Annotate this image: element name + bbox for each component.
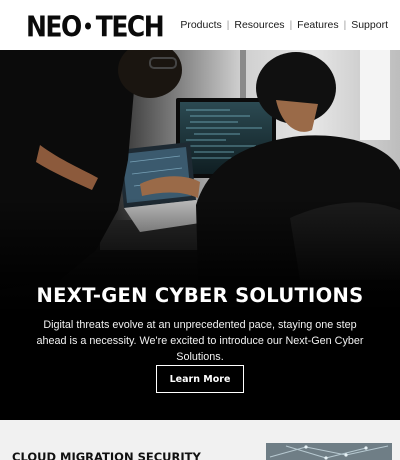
top-nav: Products | Resources | Features | Suppor… [180,19,388,31]
brand-logo[interactable]: NEO TECH [26,9,165,43]
hero-title: NEXT-GEN CYBER SOLUTIONS [36,284,364,307]
nav-separator: | [289,19,293,31]
logo-word-right: TECH [95,9,165,43]
nav-separator: | [343,19,347,31]
logo-word-left: NEO [26,9,82,43]
logo-dot-icon [84,22,91,30]
cloud-migration-image [266,443,392,460]
nav-separator: | [226,19,230,31]
site-header: NEO TECH Products | Resources | Features… [0,0,400,50]
nav-item-features[interactable]: Features [297,19,338,31]
hero-description: Digital threats evolve at an unprecedent… [36,319,364,363]
nav-item-resources[interactable]: Resources [234,19,284,31]
nav-item-support[interactable]: Support [351,19,388,31]
section-title: CLOUD MIGRATION SECURITY [12,450,201,460]
hero-banner: NEXT-GEN CYBER SOLUTIONS Digital threats… [0,50,400,420]
nav-item-products[interactable]: Products [180,19,221,31]
learn-more-button[interactable]: Learn More [156,365,244,393]
